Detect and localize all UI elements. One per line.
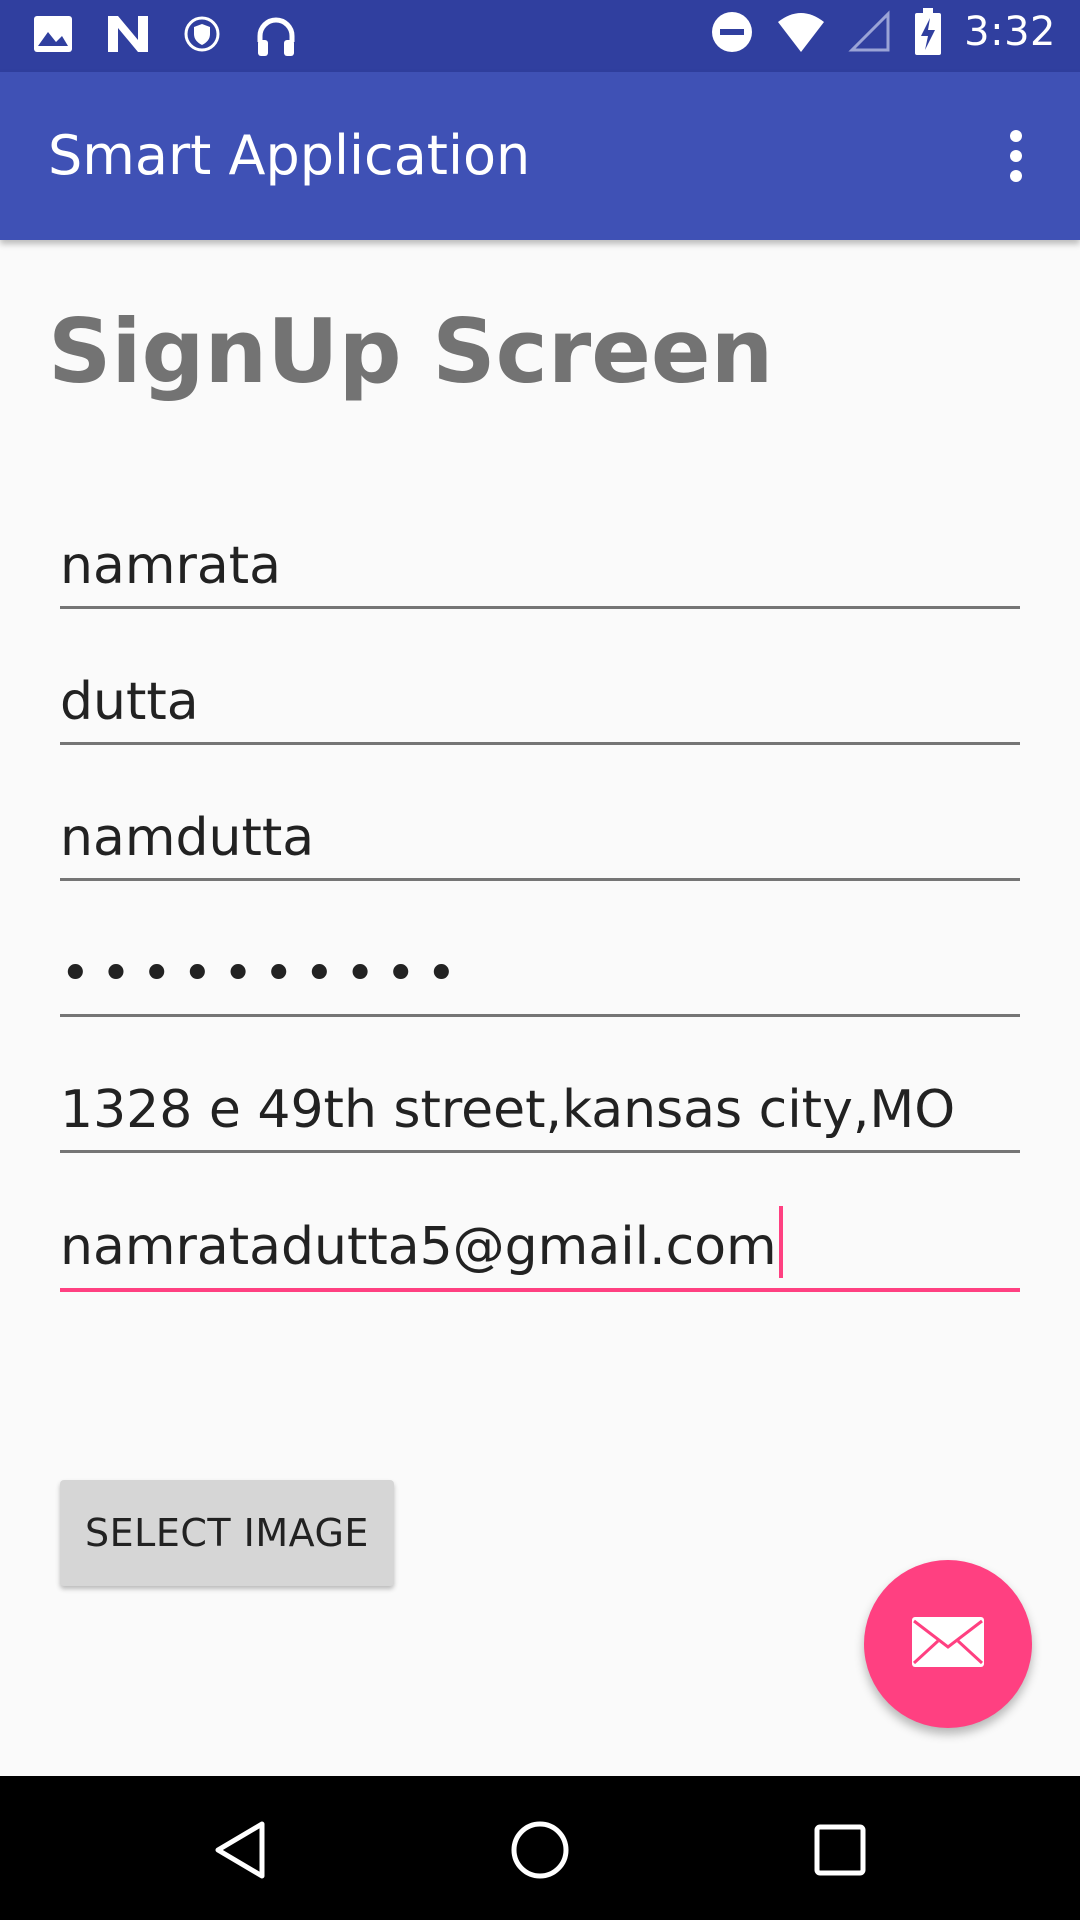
email-fab-button[interactable]	[864, 1560, 1032, 1728]
text-cursor	[778, 1206, 783, 1278]
n-icon	[106, 14, 150, 58]
vpn-shield-icon	[182, 14, 222, 58]
email-icon	[910, 1615, 986, 1673]
email-value-wrap: namratadutta5@gmail.com	[60, 1206, 783, 1278]
username-field[interactable]: namdutta	[60, 802, 1020, 881]
recents-button[interactable]	[800, 1812, 880, 1892]
home-icon	[510, 1820, 570, 1884]
email-field[interactable]: namratadutta5@gmail.com	[60, 1206, 1020, 1292]
signal-icon	[848, 10, 892, 54]
image-icon	[32, 14, 74, 58]
address-value: 1328 e 49th street,kansas city,MO	[60, 1080, 956, 1140]
back-button[interactable]	[200, 1812, 280, 1892]
navigation-bar	[0, 1776, 1080, 1920]
last-name-value: dutta	[60, 672, 199, 732]
email-value: namratadutta5@gmail.com	[60, 1217, 777, 1277]
select-image-button[interactable]: SELECT IMAGE	[60, 1480, 394, 1586]
wifi-icon	[776, 10, 826, 54]
username-value: namdutta	[60, 808, 315, 868]
battery-charging-icon	[914, 8, 942, 56]
password-field[interactable]: ••••••••••	[60, 938, 1020, 1017]
do-not-disturb-icon	[710, 10, 754, 54]
password-value: ••••••••••	[60, 944, 467, 1004]
status-time: 3:32	[964, 9, 1056, 55]
first-name-value: namrata	[60, 536, 281, 596]
headphones-icon	[254, 14, 298, 58]
first-name-field[interactable]: namrata	[60, 530, 1020, 609]
back-icon	[212, 1820, 268, 1884]
overflow-menu-button[interactable]	[976, 116, 1056, 196]
last-name-field[interactable]: dutta	[60, 666, 1020, 745]
app-title: Smart Application	[48, 124, 531, 187]
app-bar: Smart Application	[0, 72, 1080, 240]
status-bar: 3:32	[0, 0, 1080, 72]
home-button[interactable]	[500, 1812, 580, 1892]
page-title: SignUp Screen	[48, 300, 774, 403]
more-vert-icon	[1010, 130, 1022, 142]
address-field[interactable]: 1328 e 49th street,kansas city,MO	[60, 1074, 1020, 1153]
recents-icon	[812, 1822, 868, 1882]
